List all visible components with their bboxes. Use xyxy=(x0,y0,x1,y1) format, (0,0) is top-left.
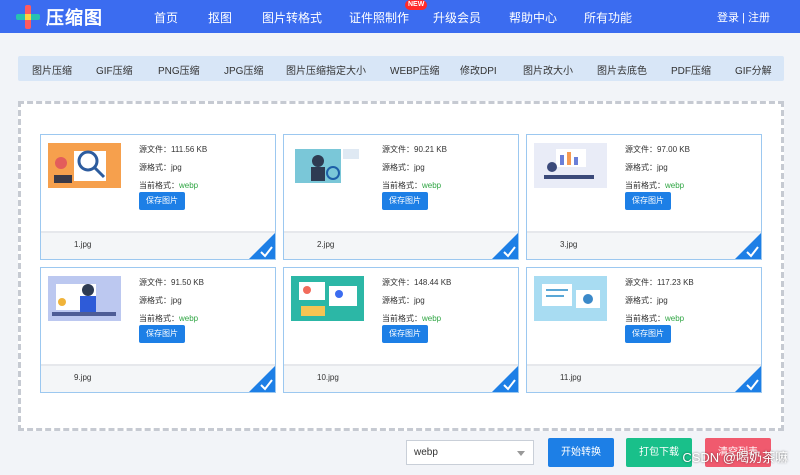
nav-cutout[interactable]: 抠图 xyxy=(208,9,232,26)
new-badge: NEW xyxy=(405,0,428,10)
logo-text: 压缩图 xyxy=(46,8,103,28)
csdn-watermark: CSDN @喝奶茶嘛 xyxy=(682,450,788,465)
thumbnail-image xyxy=(291,143,364,188)
nav-id-photo[interactable]: 证件照制作 NEW xyxy=(349,0,428,26)
thumbnail-image xyxy=(48,143,121,188)
auth-separator: | xyxy=(742,12,745,24)
file-card: 源文件：117.23 KB 源格式：jpg 当前格式：webp 保存图片 11.… xyxy=(526,267,762,393)
file-card: 源文件：90.21 KB 源格式：jpg 当前格式：webp 保存图片 2.jp… xyxy=(283,134,519,260)
file-name: 2.jpg xyxy=(317,240,335,249)
tool-jpg-compress[interactable]: JPG压缩 xyxy=(224,62,263,77)
upload-dropzone[interactable]: 源文件：111.56 KB 源格式：jpg 当前格式：webp 保存图片 1.j… xyxy=(18,101,784,431)
tool-resize-image[interactable]: 图片改大小 xyxy=(523,62,573,77)
checkmark-icon xyxy=(249,366,275,392)
file-info: 源文件：91.50 KB 源格式：jpg 当前格式：webp xyxy=(139,274,204,328)
tool-gif-compress[interactable]: GIF压缩 xyxy=(96,62,133,77)
source-format: 源格式：jpg xyxy=(139,163,182,172)
save-image-button[interactable]: 保存图片 xyxy=(382,192,428,210)
tool-modify-dpi[interactable]: 修改DPI xyxy=(460,62,497,77)
file-name: 9.jpg xyxy=(74,373,92,382)
tool-gif-split[interactable]: GIF分解 xyxy=(735,62,772,77)
tool-webp-compress[interactable]: WEBP压缩 xyxy=(390,62,439,77)
nav-id-photo-label: 证件照制作 xyxy=(349,11,410,25)
tool-compress-to-size[interactable]: 图片压缩指定大小 xyxy=(286,62,366,77)
file-card: 源文件：91.50 KB 源格式：jpg 当前格式：webp 保存图片 9.jp… xyxy=(40,267,276,393)
thumbnail-image xyxy=(48,276,121,321)
nav-help-center[interactable]: 帮助中心 xyxy=(509,9,557,26)
file-info: 源文件：148.44 KB 源格式：jpg 当前格式：webp xyxy=(382,274,451,328)
nav-format-convert[interactable]: 图片转格式 xyxy=(262,9,322,26)
source-format: 源格式：jpg xyxy=(382,296,425,305)
file-card: 源文件：97.00 KB 源格式：jpg 当前格式：webp 保存图片 3.jp… xyxy=(526,134,762,260)
file-name: 1.jpg xyxy=(74,240,92,249)
source-size: 源文件：90.21 KB xyxy=(382,145,447,154)
nav-home[interactable]: 首页 xyxy=(154,9,178,26)
file-info: 源文件：117.23 KB 源格式：jpg 当前格式：webp xyxy=(625,274,694,328)
source-size: 源文件：111.56 KB xyxy=(139,145,208,154)
file-name: 10.jpg xyxy=(317,373,339,382)
logo-icon xyxy=(16,5,40,29)
checkmark-icon xyxy=(249,233,275,259)
nav-all-features[interactable]: 所有功能 xyxy=(584,9,632,26)
file-name: 11.jpg xyxy=(560,373,582,382)
source-format: 源格式：jpg xyxy=(625,163,668,172)
thumbnail-image xyxy=(291,276,364,321)
save-image-button[interactable]: 保存图片 xyxy=(625,192,671,210)
source-size: 源文件：148.44 KB xyxy=(382,278,452,287)
source-format: 源格式：jpg xyxy=(382,163,425,172)
save-image-button[interactable]: 保存图片 xyxy=(625,325,671,343)
source-format: 源格式：jpg xyxy=(139,296,182,305)
site-logo[interactable]: 压缩图 xyxy=(16,4,103,30)
file-card: 源文件：148.44 KB 源格式：jpg 当前格式：webp 保存图片 10.… xyxy=(283,267,519,393)
file-info: 源文件：111.56 KB 源格式：jpg 当前格式：webp xyxy=(139,141,207,195)
thumbnail-image xyxy=(534,143,607,188)
file-info: 源文件：90.21 KB 源格式：jpg 当前格式：webp xyxy=(382,141,447,195)
save-image-button[interactable]: 保存图片 xyxy=(139,325,185,343)
source-size: 源文件：117.23 KB xyxy=(625,278,694,287)
register-link[interactable]: 注册 xyxy=(748,12,770,24)
output-format-value: webp xyxy=(414,447,438,458)
source-size: 源文件：91.50 KB xyxy=(139,278,204,287)
top-header: 压缩图 首页 抠图 图片转格式 证件照制作 NEW 升级会员 帮助中心 所有功能… xyxy=(0,0,800,33)
file-name: 3.jpg xyxy=(560,240,578,249)
checkmark-icon xyxy=(492,233,518,259)
thumbnail-image xyxy=(534,276,607,321)
login-link[interactable]: 登录 xyxy=(717,12,739,24)
tool-image-compress[interactable]: 图片压缩 xyxy=(32,62,72,77)
save-image-button[interactable]: 保存图片 xyxy=(382,325,428,343)
start-convert-button[interactable]: 开始转换 xyxy=(548,438,614,467)
source-format: 源格式：jpg xyxy=(625,296,668,305)
checkmark-icon xyxy=(735,233,761,259)
checkmark-icon xyxy=(735,366,761,392)
checkmark-icon xyxy=(492,366,518,392)
nav-upgrade-member[interactable]: 升级会员 xyxy=(433,9,481,26)
tool-remove-background-color[interactable]: 图片去底色 xyxy=(597,62,647,77)
source-size: 源文件：97.00 KB xyxy=(625,145,690,154)
tool-tabs: 图片压缩 GIF压缩 PNG压缩 JPG压缩 图片压缩指定大小 WEBP压缩 修… xyxy=(18,56,784,81)
chevron-down-icon xyxy=(517,451,525,456)
auth-links: 登录 | 注册 xyxy=(717,9,770,25)
file-info: 源文件：97.00 KB 源格式：jpg 当前格式：webp xyxy=(625,141,690,195)
tool-pdf-compress[interactable]: PDF压缩 xyxy=(671,62,711,77)
tool-png-compress[interactable]: PNG压缩 xyxy=(158,62,200,77)
output-format-select[interactable]: webp xyxy=(406,440,534,465)
save-image-button[interactable]: 保存图片 xyxy=(139,192,185,210)
file-card: 源文件：111.56 KB 源格式：jpg 当前格式：webp 保存图片 1.j… xyxy=(40,134,276,260)
